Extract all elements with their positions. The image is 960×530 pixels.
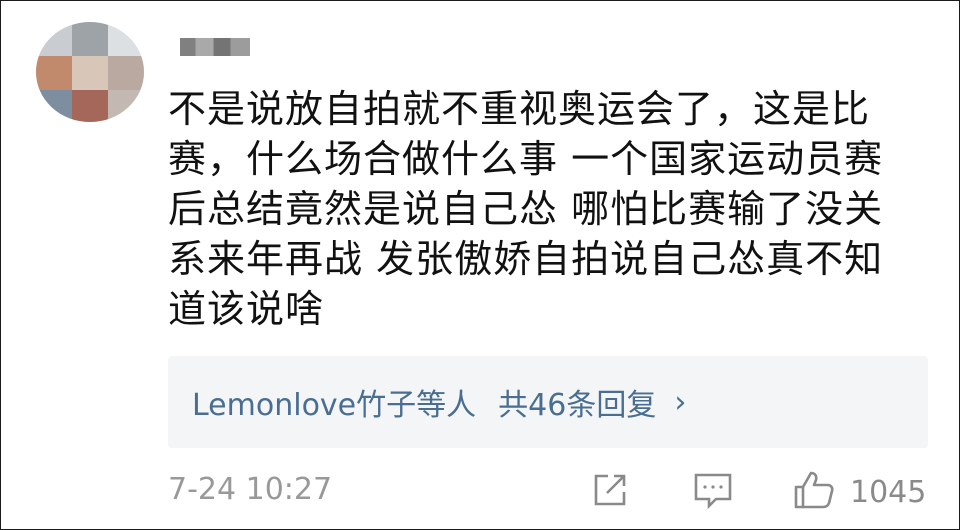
replies-users: Lemonlove竹子等人 (192, 388, 477, 423)
avatar[interactable] (36, 22, 144, 122)
reply-button[interactable] (692, 470, 734, 514)
comment-icon (692, 469, 734, 515)
chevron-right-icon: › (674, 384, 687, 420)
replies-count: 共46条回复 (498, 388, 657, 423)
comment-timestamp: 7-24 10:27 (168, 472, 333, 507)
share-button[interactable] (590, 470, 630, 514)
replies-preview[interactable]: Lemonlove竹子等人 共46条回复 › (168, 356, 928, 448)
like-button[interactable]: 1045 (792, 470, 926, 514)
username[interactable] (180, 38, 250, 56)
comment-text: 不是说放自拍就不重视奥运会了，这是比 赛，什么场合做什么事 一个国家运动员赛 后… (168, 87, 884, 331)
like-count: 1045 (850, 474, 927, 510)
share-icon (590, 470, 630, 514)
thumbs-up-icon (792, 468, 836, 516)
